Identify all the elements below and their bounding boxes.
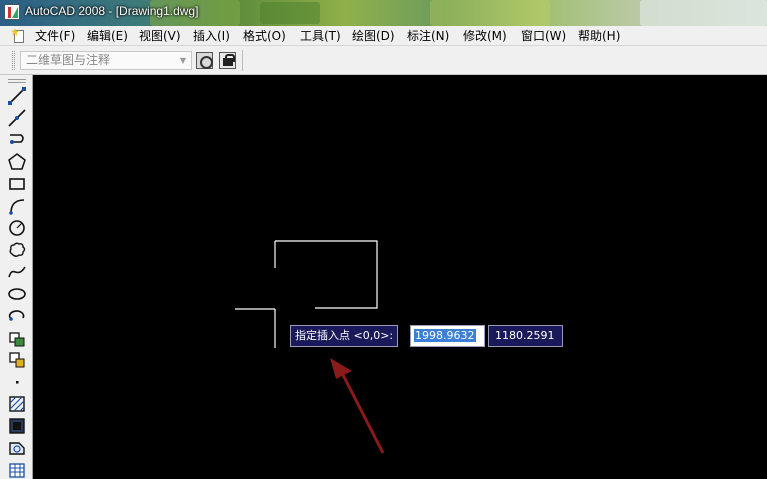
menu-insert[interactable]: 插入(I)	[193, 28, 243, 44]
x-coordinate-value: 1998.9632	[414, 329, 476, 342]
region-icon[interactable]	[7, 438, 27, 458]
revision-cloud-icon[interactable]	[7, 240, 27, 260]
circle-icon[interactable]	[7, 218, 27, 238]
workspace-dropdown[interactable]: 二维草图与注释 ▼	[20, 51, 192, 70]
ellipse-arc-icon[interactable]	[7, 306, 27, 326]
polygon-icon[interactable]	[7, 152, 27, 172]
gradient-icon[interactable]	[7, 416, 27, 436]
x-coordinate-input[interactable]: 1998.9632	[410, 325, 485, 347]
drawing-canvas[interactable]	[34, 75, 767, 479]
menu-modify[interactable]: 修改(M)	[463, 28, 521, 44]
table-icon[interactable]	[7, 460, 27, 479]
polyline-icon[interactable]	[7, 130, 27, 150]
dynamic-input-prompt-text: 指定插入点 <0,0>:	[295, 329, 394, 342]
insert-block-icon[interactable]	[7, 328, 27, 348]
make-block-icon[interactable]	[7, 350, 27, 370]
menu-window[interactable]: 窗口(W)	[521, 28, 578, 44]
workspace-settings-icon[interactable]	[196, 52, 213, 69]
arc-icon[interactable]	[7, 196, 27, 216]
toolbar-separator	[242, 50, 243, 71]
drawing-area	[235, 240, 385, 454]
ellipse-icon[interactable]	[7, 284, 27, 304]
menu-edit[interactable]: 编辑(E)	[87, 28, 139, 44]
chevron-down-icon[interactable]: ▼	[175, 52, 191, 69]
annotation-arrow	[330, 358, 385, 454]
menu-bar: 文件(F) 编辑(E) 视图(V) 插入(I) 格式(O) 工具(T) 绘图(D…	[0, 26, 767, 46]
line-icon[interactable]	[7, 86, 27, 106]
menu-tools[interactable]: 工具(T)	[300, 28, 352, 44]
title-bar: AutoCAD 2008 - [Drawing1.dwg]	[0, 0, 767, 26]
draw-toolbar-grip[interactable]	[8, 79, 26, 83]
menu-file[interactable]: 文件(F)	[35, 28, 87, 44]
toolbar-grip[interactable]	[12, 51, 15, 70]
menu-dimension[interactable]: 标注(N)	[407, 28, 463, 44]
draw-toolbar	[0, 75, 33, 479]
hatch-icon[interactable]	[7, 394, 27, 414]
point-icon[interactable]	[7, 372, 27, 392]
workspace-dropdown-value: 二维草图与注释	[26, 53, 111, 67]
y-coordinate-value: 1180.2591	[495, 329, 555, 342]
menu-help[interactable]: 帮助(H)	[578, 28, 638, 44]
document-icon[interactable]	[11, 28, 27, 44]
block-preview-outline	[275, 240, 378, 309]
menu-draw[interactable]: 绘图(D)	[352, 28, 407, 44]
dynamic-input-prompt: 指定插入点 <0,0>:	[290, 325, 399, 347]
workspace-toolbar: 二维草图与注释 ▼	[0, 46, 767, 75]
rectangle-icon[interactable]	[7, 174, 27, 194]
menu-format[interactable]: 格式(O)	[243, 28, 300, 44]
spline-icon[interactable]	[7, 262, 27, 282]
window-title: AutoCAD 2008 - [Drawing1.dwg]	[25, 4, 199, 18]
construction-line-icon[interactable]	[7, 108, 27, 128]
autocad-app-icon[interactable]	[4, 4, 20, 20]
menu-view[interactable]: 视图(V)	[139, 28, 193, 44]
workspace-lock-icon[interactable]	[219, 52, 236, 69]
y-coordinate-input[interactable]: 1180.2591	[488, 325, 563, 347]
